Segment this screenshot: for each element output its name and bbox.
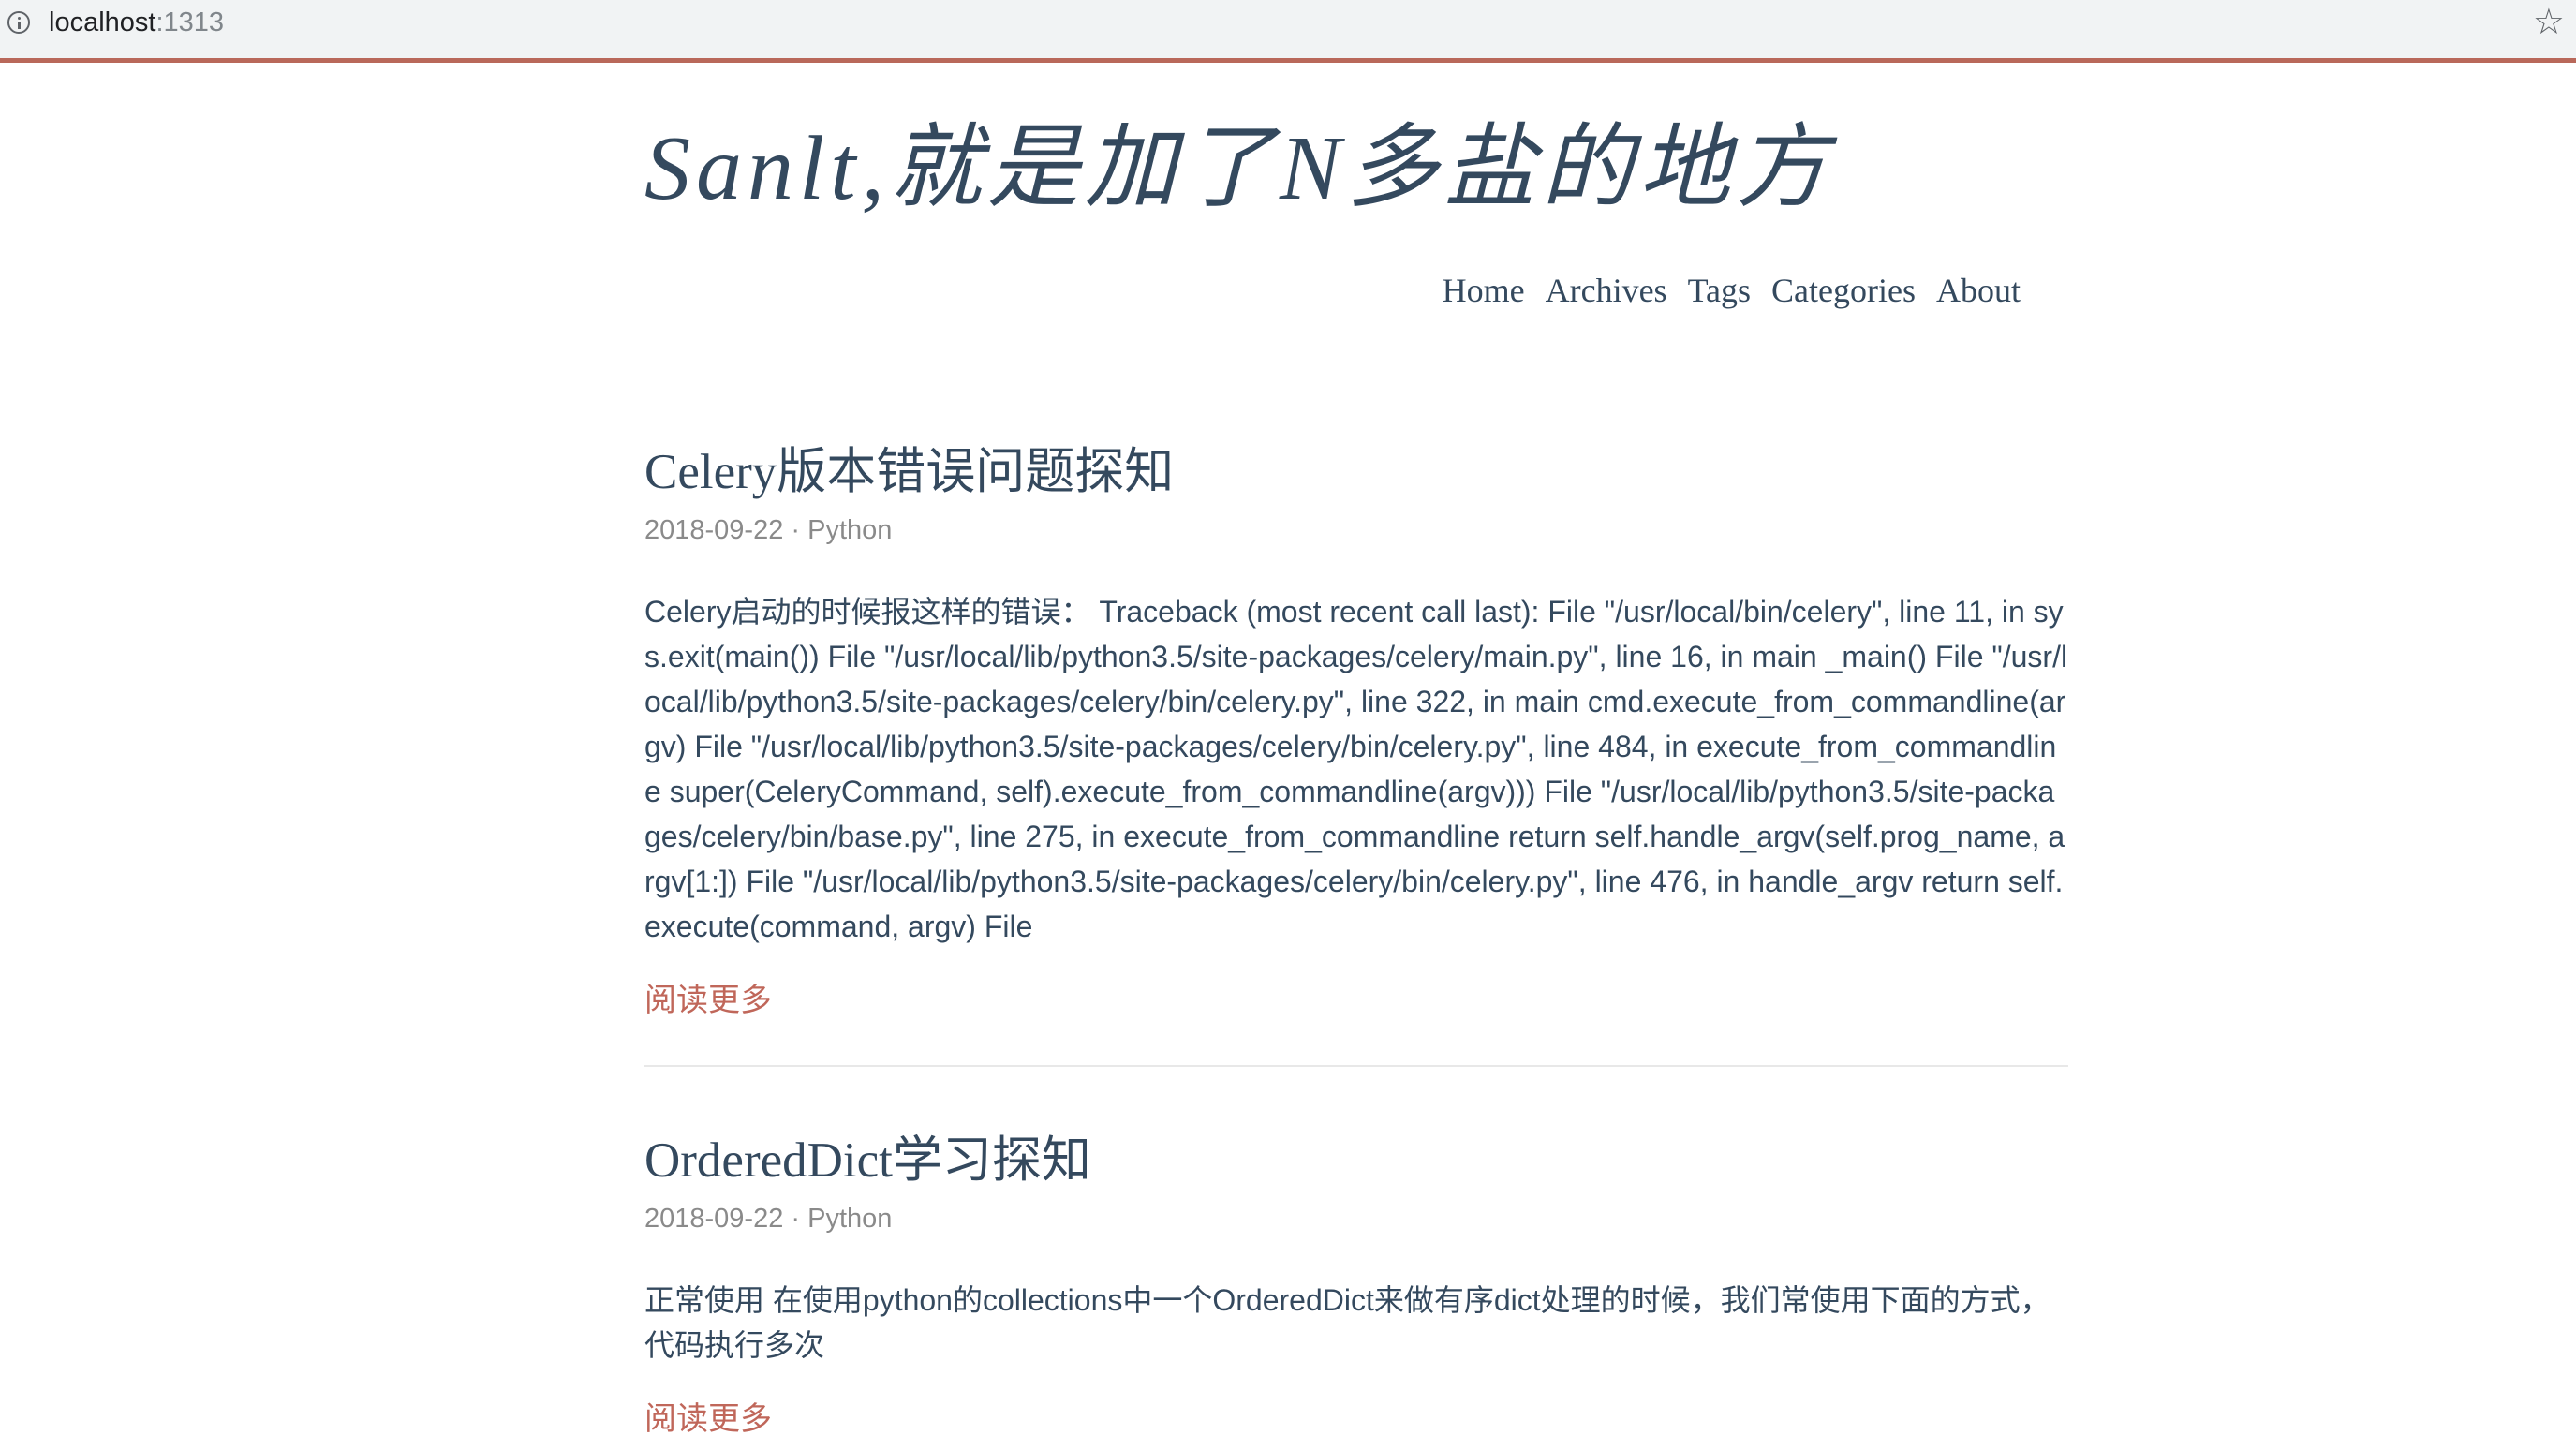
post-summary: Celery启动的时候报这样的错误： Traceback (most recen… (644, 595, 2068, 943)
read-more-link[interactable]: 阅读更多 (644, 1396, 772, 1443)
read-more-link[interactable]: 阅读更多 (644, 977, 772, 1024)
post-title[interactable]: Celery版本错误问题探知 (644, 433, 2068, 511)
site-title[interactable]: Sanlt,就是加了N多盐的地方 (644, 112, 1833, 225)
info-icon[interactable] (7, 11, 30, 34)
header-accent-line (0, 58, 2576, 63)
post-title[interactable]: OrderedDict学习探知 (644, 1121, 2068, 1200)
post-list: Celery版本错误问题探知 2018-09-22 · Python Celer… (644, 433, 2068, 1443)
nav-archives[interactable]: Archives (1546, 268, 1667, 313)
nav-tags[interactable]: Tags (1688, 268, 1751, 313)
star-icon[interactable]: ☆ (2533, 4, 2565, 41)
post-meta: 2018-09-22 · Python (644, 515, 893, 545)
post-item: OrderedDict学习探知 2018-09-22 · Python 正常使用… (644, 1121, 2068, 1443)
nav-home[interactable]: Home (1443, 268, 1525, 313)
post-item: Celery版本错误问题探知 2018-09-22 · Python Celer… (644, 433, 2068, 1024)
url-text[interactable]: localhost:1313 (49, 7, 224, 37)
nav-about[interactable]: About (1936, 268, 2021, 313)
nav-categories[interactable]: Categories (1771, 268, 1916, 313)
post-meta: 2018-09-22 · Python (644, 1204, 893, 1234)
main-nav: Home Archives Tags Categories About (1443, 268, 2021, 313)
post-divider (644, 1065, 2068, 1067)
post-summary: 正常使用 在使用python的collections中一个OrderedDict… (644, 1283, 2050, 1362)
url-host: localhost (49, 7, 156, 37)
browser-address-bar[interactable]: localhost:1313 ☆ (0, 0, 2576, 58)
url-port: :1313 (155, 7, 225, 37)
